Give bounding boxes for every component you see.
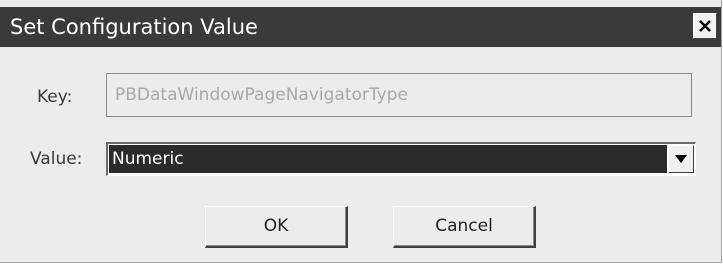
key-value: PBDataWindowPageNavigatorType [115,85,408,105]
key-field: PBDataWindowPageNavigatorType [106,73,692,117]
chevron-down-icon [675,155,687,163]
dialog-title: Set Configuration Value [10,15,258,39]
ok-button[interactable]: OK [205,206,348,248]
close-icon [699,20,711,32]
key-label: Key: [37,87,73,107]
close-button[interactable] [693,13,717,39]
value-selected-text: Numeric [112,149,184,169]
cancel-button[interactable]: Cancel [393,206,536,248]
title-bar[interactable]: Set Configuration Value [0,7,721,47]
value-select[interactable]: Numeric [106,142,696,176]
value-label: Value: [30,149,83,169]
value-selected-option[interactable]: Numeric [109,145,667,173]
value-dropdown-button[interactable] [668,145,694,173]
set-configuration-dialog: Set Configuration Value Key: PBDataWindo… [0,0,722,263]
